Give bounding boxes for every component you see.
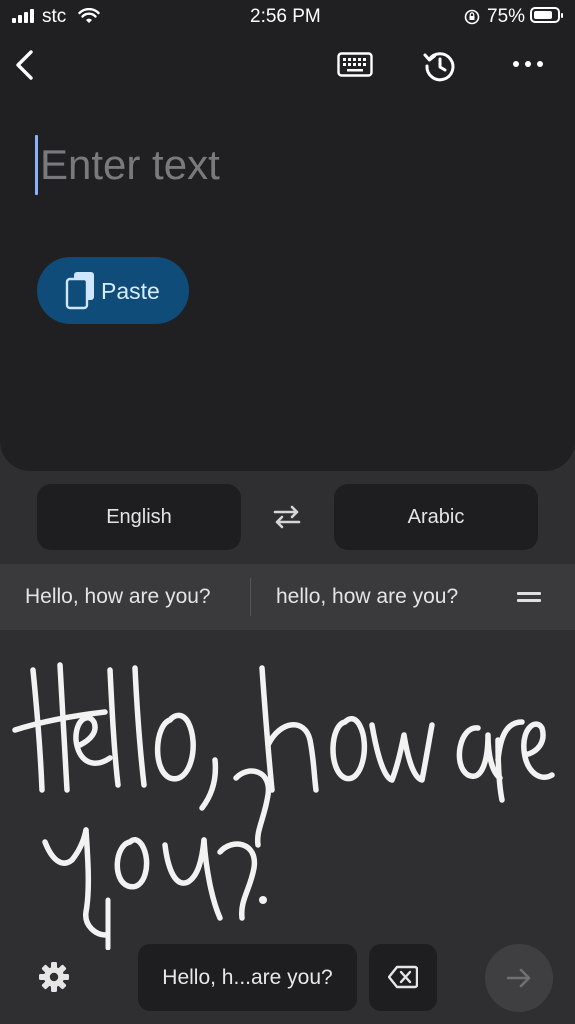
target-language-label: Arabic bbox=[407, 506, 465, 528]
suggestion-divider bbox=[250, 578, 251, 616]
signal-icon bbox=[12, 9, 36, 23]
history-icon[interactable] bbox=[423, 49, 457, 83]
carrier-label: stc bbox=[42, 6, 67, 27]
swap-languages-icon[interactable] bbox=[271, 504, 303, 530]
arrow-right-icon bbox=[506, 968, 531, 988]
battery-icon bbox=[530, 7, 563, 23]
more-icon[interactable] bbox=[510, 58, 546, 70]
source-language-label: English bbox=[106, 506, 172, 528]
clipboard-icon bbox=[65, 272, 94, 310]
text-input[interactable]: Enter text bbox=[40, 141, 220, 189]
text-caret bbox=[35, 135, 38, 195]
battery-percent: 75% bbox=[487, 6, 526, 27]
suggestion-2[interactable]: hello, how are you? bbox=[276, 585, 458, 609]
paste-label: Paste bbox=[101, 278, 160, 304]
menu-icon[interactable] bbox=[516, 590, 542, 604]
status-bar: stc 2:56 PM 75% bbox=[0, 0, 575, 34]
keyboard-icon[interactable] bbox=[337, 52, 373, 78]
handwriting-canvas[interactable] bbox=[0, 630, 575, 950]
rotation-lock-icon bbox=[464, 9, 480, 25]
input-panel bbox=[0, 34, 575, 471]
clock: 2:56 PM bbox=[250, 6, 321, 27]
back-icon[interactable] bbox=[12, 48, 36, 82]
wifi-icon bbox=[78, 8, 100, 23]
settings-icon[interactable] bbox=[38, 961, 70, 993]
backspace-icon bbox=[388, 965, 418, 989]
recognized-text: Hello, h...are you? bbox=[162, 966, 333, 989]
suggestion-1[interactable]: Hello, how are you? bbox=[25, 585, 211, 609]
